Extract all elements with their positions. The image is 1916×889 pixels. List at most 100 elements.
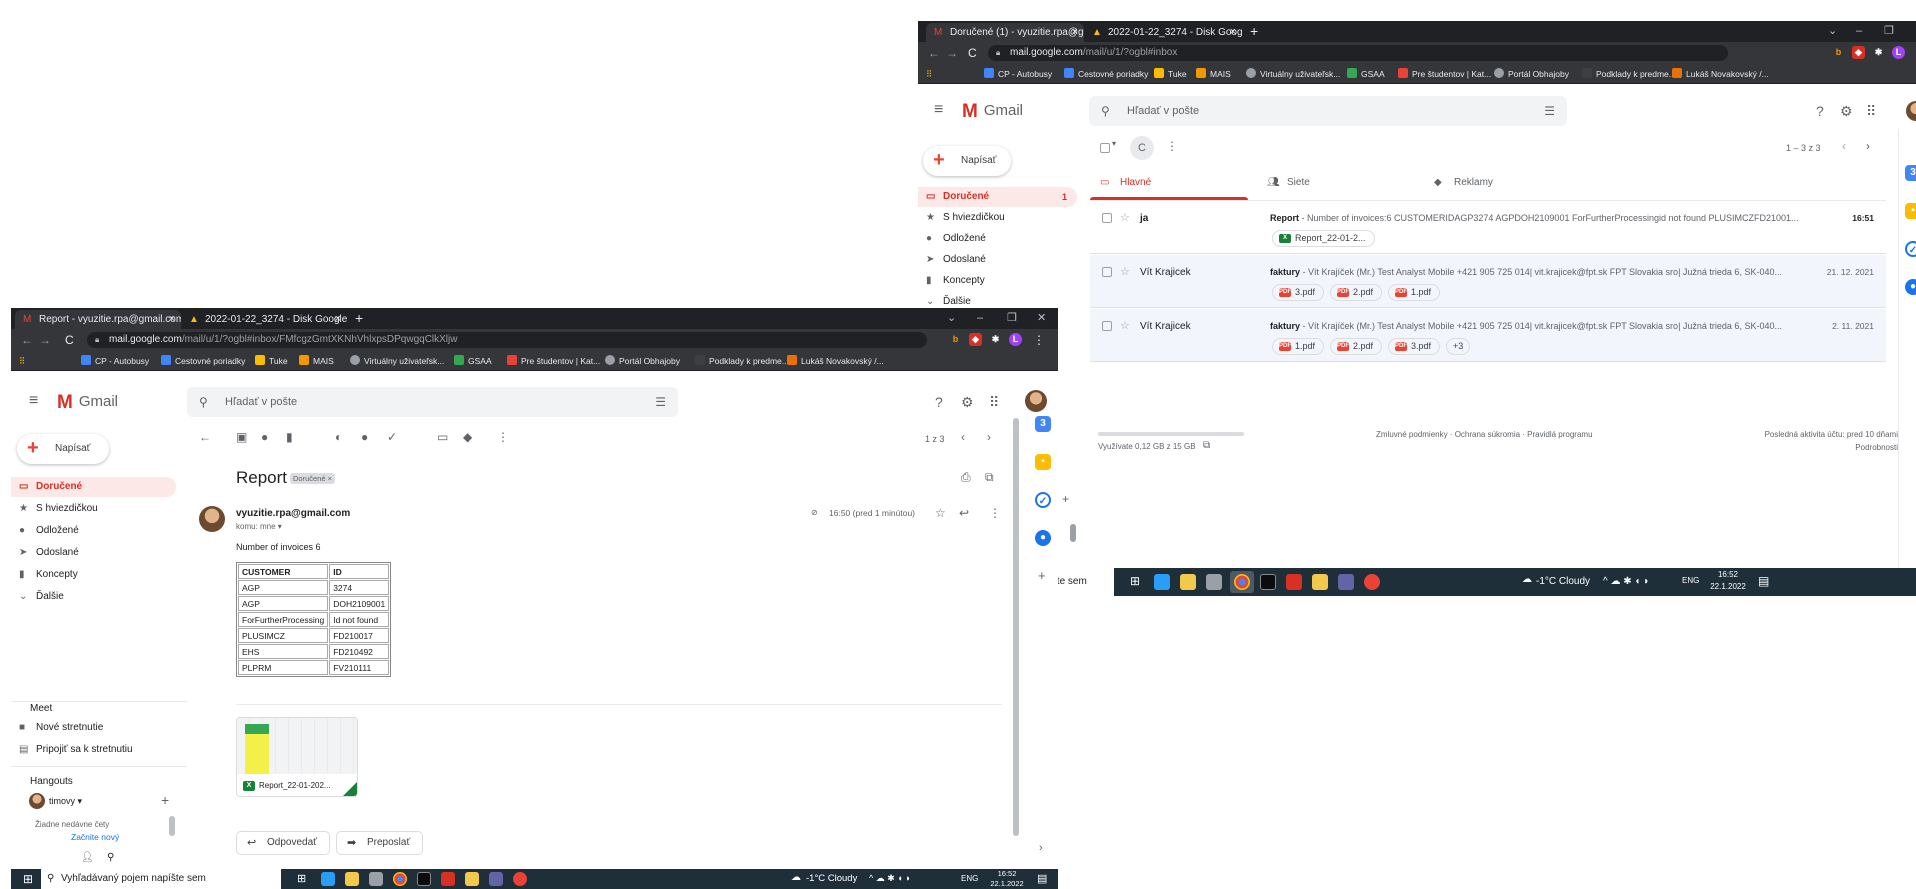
sidebar-item-inbox[interactable]: ▭ Doručené xyxy=(11,477,176,497)
close-tab-icon[interactable]: × xyxy=(169,310,175,329)
keep-icon[interactable]: ▪ xyxy=(1035,454,1051,470)
reload-icon[interactable]: C xyxy=(968,42,977,64)
email-row[interactable]: ☆ Vít Krajicek faktury - Vít Krajíček (M… xyxy=(1090,255,1886,308)
sidebar-item-inbox[interactable]: ▭ Doručené 1 xyxy=(918,187,1077,207)
search-icon[interactable]: ⚲ xyxy=(1101,96,1110,126)
sticky-notes-icon[interactable] xyxy=(465,872,479,886)
close-window-icon[interactable]: ✕ xyxy=(1037,308,1046,329)
app-red-icon[interactable] xyxy=(1286,574,1302,590)
compose-button[interactable]: + Napísať xyxy=(923,146,1011,176)
tab-social[interactable]: 👥︎ Siete xyxy=(1265,168,1310,198)
prev-page-icon[interactable]: ‹ xyxy=(1842,139,1846,153)
star-icon[interactable]: ☆ xyxy=(935,506,946,520)
avatar[interactable] xyxy=(1906,101,1916,121)
label-icon[interactable]: ◆ xyxy=(463,430,472,444)
apps-grid-icon[interactable]: ⠿ xyxy=(989,394,999,411)
chrome-icon[interactable] xyxy=(393,872,407,886)
start-new-chat-link[interactable]: Začnite nový xyxy=(71,832,119,842)
settings-gear-icon[interactable]: ⚙ xyxy=(961,394,974,411)
keep-icon[interactable]: ▪ xyxy=(1905,203,1916,219)
tab-search-icon[interactable]: ⌄ xyxy=(1828,21,1837,42)
task-view-icon[interactable]: ⊞ xyxy=(1130,574,1140,588)
apps-grid-icon[interactable]: ⠿ xyxy=(19,351,25,371)
back-to-inbox-icon[interactable]: ← xyxy=(199,430,211,444)
bookmark[interactable]: Lukáš Novakovský /... xyxy=(787,351,884,371)
person-icon[interactable]: 👤︎ xyxy=(81,852,94,863)
forward-icon[interactable]: → xyxy=(39,329,51,351)
archive-icon[interactable]: ▣ xyxy=(236,430,247,444)
hangouts-user[interactable]: timovy ▾ xyxy=(49,796,82,807)
browser-tab-drive[interactable]: ▲ 2022-01-22_3274 - Disk Google × xyxy=(1084,23,1242,42)
profile-icon[interactable]: L xyxy=(1892,46,1905,59)
contacts-icon[interactable]: ● xyxy=(1905,279,1916,295)
attachment-chip[interactable]: X Report_22-01-2... xyxy=(1272,230,1375,247)
app-red-icon[interactable] xyxy=(441,872,455,886)
tasks-icon[interactable]: ✓ xyxy=(1035,492,1051,508)
weather-text[interactable]: -1°C Cloudy xyxy=(806,873,857,884)
scrollbar-thumb[interactable] xyxy=(1070,524,1076,542)
bookmark[interactable]: Portál Obhajoby xyxy=(1494,64,1569,84)
bookmark[interactable]: Virtuálny uživateľsk... xyxy=(1246,64,1340,84)
main-menu-icon[interactable]: ≡ xyxy=(934,101,943,119)
bookmark[interactable]: GSAA xyxy=(454,351,492,371)
attachment-chip[interactable]: PDF 1.pdf xyxy=(1388,284,1441,301)
gmail-logo[interactable]: M Gmail xyxy=(57,392,118,414)
bookmark[interactable]: MAIS xyxy=(1196,64,1231,84)
mail-app-icon[interactable] xyxy=(321,872,335,886)
bookmark[interactable]: Podklady k predme... xyxy=(695,351,789,371)
search-input[interactable]: ⚲ Hľadať v pošte ☰ xyxy=(187,387,678,417)
compose-button[interactable]: + Napísať xyxy=(17,434,109,464)
terminal-icon[interactable] xyxy=(1260,574,1276,590)
more-vert-icon[interactable]: ⋮ xyxy=(497,430,509,444)
attachment-chip[interactable]: PDF 1.pdf xyxy=(1272,338,1325,355)
attachment-chip[interactable]: PDF 3.pdf xyxy=(1272,284,1325,301)
maximize-icon[interactable]: ❐ xyxy=(1007,308,1017,329)
tray-icons[interactable]: ^ ☁ ✱ ◖ ◗ xyxy=(1603,576,1649,587)
sidebar-item-starred[interactable]: ★ S hviezdičkou xyxy=(11,499,176,519)
app-circle-icon[interactable] xyxy=(513,872,527,886)
next-page-icon[interactable]: › xyxy=(987,430,991,444)
sidebar-item-snoozed[interactable]: ● Odložené xyxy=(918,229,1077,249)
extensions-puzzle-icon[interactable]: ✱ xyxy=(1872,46,1885,59)
details-link[interactable]: Podrobnosti xyxy=(1798,443,1898,452)
search-options-icon[interactable]: ☰ xyxy=(1544,96,1555,126)
bookmark[interactable]: Tuke xyxy=(255,351,288,371)
sender-email[interactable]: vyuzitie.rpa@gmail.com xyxy=(236,508,350,519)
bookmark[interactable]: Cestovné poriadky xyxy=(161,351,245,371)
bookmark[interactable]: MAIS xyxy=(299,351,334,371)
open-in-new-icon[interactable]: ⧉ xyxy=(1203,440,1210,451)
weather-text[interactable]: -1°C Cloudy xyxy=(1536,576,1590,587)
move-to-icon[interactable]: ▭ xyxy=(437,430,448,444)
sidebar-item-starred[interactable]: ★ S hviezdičkou xyxy=(918,208,1077,228)
settings-gear-icon[interactable]: ⚙ xyxy=(1840,103,1853,120)
select-all-checkbox[interactable] xyxy=(1100,143,1110,153)
reply-button[interactable]: ↩ Odpovedať xyxy=(236,831,330,855)
calculator-icon[interactable] xyxy=(369,872,383,886)
new-tab-icon[interactable]: + xyxy=(355,308,363,329)
task-view-icon[interactable]: ⊞ xyxy=(297,872,306,885)
add-task-icon[interactable]: ✓ xyxy=(387,430,397,444)
star-icon[interactable]: ☆ xyxy=(1120,319,1130,332)
refresh-icon[interactable]: C xyxy=(1130,136,1154,160)
tray-icons[interactable]: ^ ☁ ✱ ◖ ◗ xyxy=(869,873,911,884)
snooze-icon[interactable]: ● xyxy=(361,430,368,444)
gmail-logo[interactable]: M Gmail xyxy=(962,101,1023,123)
extension-cart-icon[interactable]: ◆ xyxy=(1852,46,1865,59)
tab-primary[interactable]: ▭ Hlavné xyxy=(1098,168,1151,198)
email-row[interactable]: ☆ ja Report - Number of invoices:6 CUSTO… xyxy=(1090,201,1886,254)
search-input[interactable]: ⚲ Hľadať v pošte ☰ xyxy=(1089,96,1567,126)
expand-panel-icon[interactable]: › xyxy=(1039,842,1043,854)
close-tab-icon[interactable]: × xyxy=(1072,23,1078,42)
reload-icon[interactable]: C xyxy=(65,329,74,351)
back-icon[interactable]: ← xyxy=(928,42,940,64)
sender-avatar[interactable] xyxy=(199,506,225,532)
open-in-new-window-icon[interactable]: ⧉ xyxy=(985,470,994,485)
apps-grid-icon[interactable]: ⠿ xyxy=(926,64,932,84)
row-checkbox[interactable] xyxy=(1102,321,1112,331)
extension-cart-icon[interactable]: ◆ xyxy=(969,333,982,346)
attachment-card[interactable]: X Report_22-01-202... xyxy=(236,717,358,797)
sidebar-item-more[interactable]: ⌄ Ďalšie xyxy=(11,587,176,607)
new-tab-icon[interactable]: + xyxy=(1250,21,1258,42)
help-icon[interactable]: ? xyxy=(1816,103,1824,119)
file-explorer-icon[interactable] xyxy=(345,872,359,886)
